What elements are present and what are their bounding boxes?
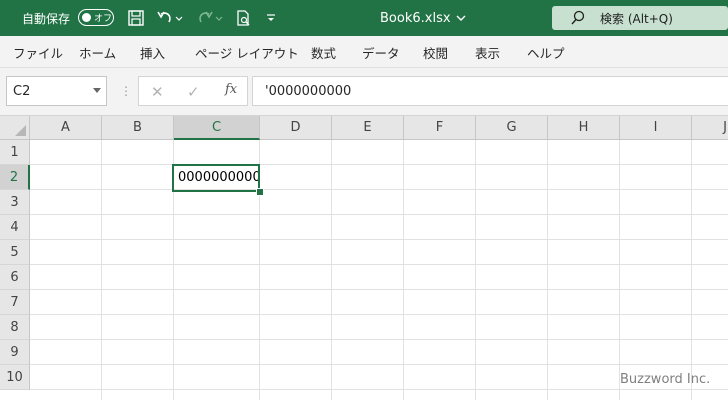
column-header-e[interactable]: E bbox=[332, 116, 404, 140]
row-header-8[interactable]: 8 bbox=[0, 315, 30, 340]
column-header-a[interactable]: A bbox=[30, 116, 102, 140]
autosave-toggle[interactable]: オフ bbox=[78, 9, 114, 26]
grid-line bbox=[30, 339, 728, 340]
row-header-10[interactable]: 10 bbox=[0, 365, 30, 390]
formula-buttons: ✕ ✓ fx bbox=[138, 76, 248, 106]
grid-line bbox=[547, 140, 548, 400]
row-header-9[interactable]: 9 bbox=[0, 340, 30, 365]
autosave-label: 自動保存 bbox=[22, 11, 71, 26]
grid-line bbox=[475, 140, 476, 400]
grid-line bbox=[30, 164, 728, 165]
row-header-7[interactable]: 7 bbox=[0, 290, 30, 315]
search-box[interactable]: 検索 (Alt+Q) bbox=[552, 6, 728, 30]
column-header-d[interactable]: D bbox=[260, 116, 332, 140]
more-options-icon[interactable]: ⋮ bbox=[120, 84, 132, 98]
row-header-2[interactable]: 2 bbox=[0, 165, 30, 190]
formula-bar: C2 ⋮ ✕ ✓ fx '0000000000 bbox=[0, 68, 728, 116]
column-header-f[interactable]: F bbox=[404, 116, 476, 140]
insert-function-button[interactable]: fx bbox=[225, 82, 237, 97]
tab-help[interactable]: ヘルプ bbox=[527, 43, 565, 62]
tab-page-layout[interactable]: ページ レイアウト bbox=[195, 43, 299, 62]
customize-toolbar-icon[interactable] bbox=[264, 9, 278, 27]
column-header-c[interactable]: C bbox=[174, 116, 260, 140]
column-header-g[interactable]: G bbox=[476, 116, 548, 140]
column-header-h[interactable]: H bbox=[548, 116, 620, 140]
row-header-4[interactable]: 4 bbox=[0, 215, 30, 240]
document-title-text: Book6.xlsx bbox=[380, 10, 451, 26]
toggle-knob bbox=[82, 13, 91, 22]
row-header-6[interactable]: 6 bbox=[0, 265, 30, 290]
watermark: Buzzword Inc. bbox=[620, 372, 711, 387]
redo-dropdown-icon[interactable] bbox=[214, 9, 224, 27]
grid-line bbox=[30, 214, 728, 215]
spreadsheet-grid: A B C D E F G H I J 1 2 3 4 5 6 7 8 9 10… bbox=[0, 116, 728, 400]
tab-view[interactable]: 表示 bbox=[475, 43, 500, 62]
select-all-button[interactable] bbox=[0, 116, 30, 140]
grid-line bbox=[30, 239, 728, 240]
grid-line bbox=[30, 189, 728, 190]
tab-formulas[interactable]: 数式 bbox=[311, 43, 336, 62]
tab-review[interactable]: 校閲 bbox=[423, 43, 448, 62]
undo-dropdown-icon[interactable] bbox=[174, 9, 184, 27]
row-header-3[interactable]: 3 bbox=[0, 190, 30, 215]
row-header-1[interactable]: 1 bbox=[0, 140, 30, 165]
cancel-icon[interactable]: ✕ bbox=[151, 83, 164, 101]
name-box-dropdown-icon[interactable] bbox=[93, 88, 101, 93]
fill-handle[interactable] bbox=[256, 188, 264, 196]
title-bar: 自動保存 オフ Book6.xlsx 検索 (Alt+Q) bbox=[0, 0, 728, 36]
select-all-icon bbox=[15, 125, 26, 136]
autosave-state: オフ bbox=[94, 14, 113, 24]
redo-icon[interactable] bbox=[196, 9, 214, 27]
undo-icon[interactable] bbox=[156, 9, 174, 27]
grid-line bbox=[101, 140, 102, 400]
save-icon[interactable] bbox=[127, 9, 145, 27]
tab-home[interactable]: ホーム bbox=[79, 43, 116, 62]
name-box-value: C2 bbox=[13, 83, 31, 99]
name-box[interactable]: C2 bbox=[6, 76, 107, 106]
grid-line bbox=[691, 140, 692, 400]
grid-line bbox=[30, 389, 728, 390]
column-header-j[interactable]: J bbox=[692, 116, 728, 140]
grid-line bbox=[619, 140, 620, 400]
active-cell-selection bbox=[172, 164, 260, 192]
grid-line bbox=[403, 140, 404, 400]
grid-line bbox=[331, 140, 332, 400]
ribbon-tabs: ファイル ホーム 挿入 ページ レイアウト 数式 データ 校閲 表示 ヘルプ bbox=[0, 36, 728, 68]
enter-icon[interactable]: ✓ bbox=[187, 83, 200, 101]
row-header-5[interactable]: 5 bbox=[0, 240, 30, 265]
grid-line bbox=[30, 314, 728, 315]
search-placeholder: 検索 (Alt+Q) bbox=[600, 11, 673, 26]
column-header-i[interactable]: I bbox=[620, 116, 692, 140]
grid-line bbox=[30, 364, 728, 365]
chevron-down-icon bbox=[456, 15, 466, 21]
tab-file[interactable]: ファイル bbox=[13, 43, 63, 62]
formula-input[interactable]: '0000000000 bbox=[252, 76, 728, 106]
tab-data[interactable]: データ bbox=[362, 43, 400, 62]
tab-insert[interactable]: 挿入 bbox=[140, 43, 165, 62]
grid-line bbox=[30, 289, 728, 290]
print-preview-icon[interactable] bbox=[234, 9, 252, 27]
grid-line bbox=[30, 264, 728, 265]
search-icon bbox=[571, 10, 585, 25]
column-header-b[interactable]: B bbox=[102, 116, 174, 140]
document-title[interactable]: Book6.xlsx bbox=[380, 0, 467, 36]
